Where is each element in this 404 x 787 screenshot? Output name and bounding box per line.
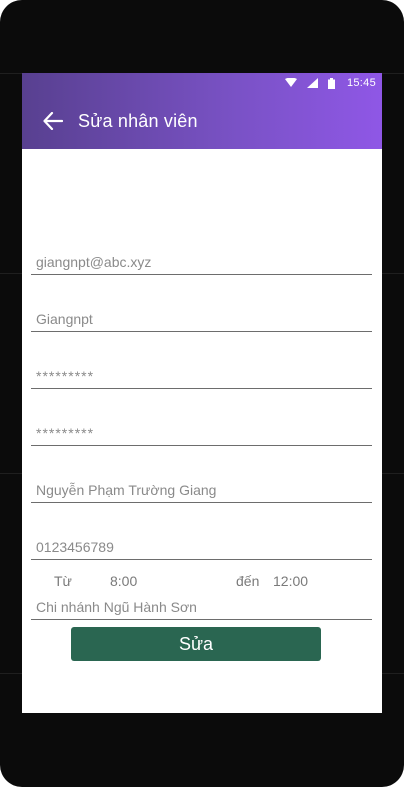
app-bar: 15:45 Sửa nhân viên [22, 73, 382, 149]
back-button[interactable] [40, 108, 66, 134]
signal-icon [306, 78, 318, 88]
app-screen: 15:45 Sửa nhân viên giangnpt@abc.xyz Gia… [22, 73, 382, 713]
shift-time-row: Từ 8:00 đến 12:00 [22, 571, 382, 593]
phone-field[interactable] [31, 528, 372, 559]
page-title: Sửa nhân viên [78, 110, 198, 131]
battery-icon [327, 77, 335, 89]
shift-to-label: đến [236, 573, 260, 589]
confirm-password-field[interactable] [31, 414, 372, 445]
device-frame: 15:45 Sửa nhân viên giangnpt@abc.xyz Gia… [0, 0, 404, 787]
password-field-wrapper [31, 357, 372, 389]
confirm-password-field-wrapper [31, 414, 372, 446]
status-time: 15:45 [346, 77, 376, 89]
arrow-left-icon [43, 112, 63, 130]
submit-button[interactable]: Sửa [71, 627, 321, 661]
wifi-icon [284, 78, 297, 88]
toolbar: Sửa nhân viên [22, 93, 382, 149]
full-name-field-wrapper [31, 471, 372, 503]
shift-to-time[interactable]: 12:00 [273, 573, 308, 589]
shift-from-time[interactable]: 8:00 [110, 573, 137, 589]
email-field[interactable] [31, 243, 372, 274]
password-field[interactable] [31, 357, 372, 388]
status-bar: 15:45 [22, 73, 382, 93]
phone-field-wrapper [31, 528, 372, 560]
email-field-wrapper [31, 243, 372, 275]
username-field[interactable] [31, 300, 372, 331]
shift-from-label: Từ [54, 573, 72, 589]
username-field-wrapper [31, 300, 372, 332]
full-name-field[interactable] [31, 471, 372, 502]
